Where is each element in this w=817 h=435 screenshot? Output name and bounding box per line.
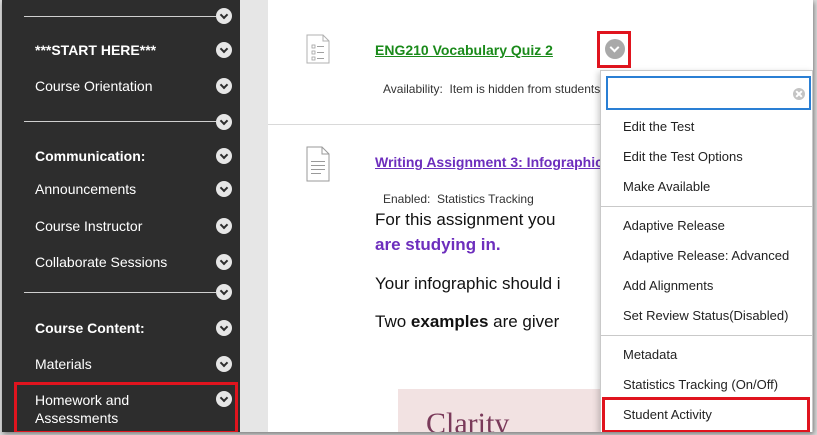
chevron-down-icon[interactable] xyxy=(216,356,232,372)
assignment-text: are studying in. xyxy=(375,235,501,254)
menu-divider xyxy=(601,206,812,207)
sidebar-item-label: Collaborate Sessions xyxy=(35,254,168,270)
menu-search-input[interactable] xyxy=(610,80,780,106)
assignment-text: Your infographic should i xyxy=(375,274,561,293)
course-menu-sidebar: ***START HERE*** Course Orientation Comm… xyxy=(2,0,240,432)
menu-item-add-alignments[interactable]: Add Alignments xyxy=(601,271,812,301)
meta-value: Item is hidden from students xyxy=(449,82,601,96)
highlight-box xyxy=(14,382,238,432)
highlight-box xyxy=(602,397,810,432)
menu-item-adaptive-release-advanced[interactable]: Adaptive Release: Advanced xyxy=(601,241,812,271)
sidebar-item-label: Course Content: xyxy=(35,320,145,336)
menu-item-set-review-status[interactable]: Set Review Status(Disabled) xyxy=(601,301,812,331)
menu-item-edit-test[interactable]: Edit the Test xyxy=(601,112,812,142)
sidebar-item-label: Announcements xyxy=(35,181,137,197)
image-lettering: Clarity xyxy=(426,407,510,432)
document-icon xyxy=(306,146,330,182)
chevron-down-icon[interactable] xyxy=(216,8,232,24)
assignment-text: Two examples are giver xyxy=(375,312,603,332)
chevron-down-icon[interactable] xyxy=(216,284,232,300)
item-options-menu: Edit the Test Edit the Test Options Make… xyxy=(600,70,813,432)
sidebar-divider xyxy=(24,292,216,293)
chevron-down-icon[interactable] xyxy=(216,181,232,197)
highlight-box xyxy=(597,31,631,68)
menu-item-edit-test-options[interactable]: Edit the Test Options xyxy=(601,142,812,172)
clear-icon[interactable] xyxy=(793,88,805,100)
assignment-text: For this assignment you xyxy=(375,210,556,229)
menu-item-make-available[interactable]: Make Available xyxy=(601,172,812,202)
chevron-down-icon[interactable] xyxy=(216,42,232,58)
sidebar-item-label: Materials xyxy=(35,356,92,372)
text-fragment: are giver xyxy=(488,312,560,331)
enabled-status: Enabled: Statistics Tracking xyxy=(383,192,605,206)
menu-item-statistics-tracking[interactable]: Statistics Tracking (On/Off) xyxy=(601,370,812,400)
sidebar-item-label: Communication: xyxy=(35,148,146,164)
chevron-down-icon[interactable] xyxy=(216,254,232,270)
chevron-down-icon[interactable] xyxy=(216,320,232,336)
text-emphasis: examples xyxy=(410,312,489,331)
sidebar-item-label: ***START HERE*** xyxy=(35,42,157,58)
course-page: ***START HERE*** Course Orientation Comm… xyxy=(2,0,813,432)
chevron-down-icon[interactable] xyxy=(216,148,232,164)
sidebar-divider xyxy=(24,121,216,122)
test-icon xyxy=(306,34,330,64)
meta-value: Statistics Tracking xyxy=(437,192,534,206)
menu-item-adaptive-release[interactable]: Adaptive Release xyxy=(601,211,812,241)
menu-item-metadata[interactable]: Metadata xyxy=(601,340,812,370)
menu-divider xyxy=(601,335,812,336)
test-title-link[interactable]: ENG210 Vocabulary Quiz 2 xyxy=(375,42,599,58)
assignment-title-link[interactable]: Writing Assignment 3: Infographic xyxy=(375,154,605,170)
chevron-down-icon[interactable] xyxy=(216,218,232,234)
example-infographic-image: Clarity xyxy=(398,389,603,432)
sidebar-item-label: Course Orientation xyxy=(35,78,153,94)
sidebar-divider xyxy=(24,16,216,17)
menu-search-box[interactable] xyxy=(606,76,811,110)
meta-label: Availability: xyxy=(383,82,443,96)
availability-status: Availability: Item is hidden from studen… xyxy=(383,82,605,96)
content-gutter xyxy=(240,0,268,432)
chevron-down-icon[interactable] xyxy=(216,114,232,130)
text-fragment: Two xyxy=(375,312,411,331)
sidebar-item-label: Course Instructor xyxy=(35,218,143,234)
chevron-down-icon[interactable] xyxy=(216,78,232,94)
meta-label: Enabled: xyxy=(383,192,431,206)
